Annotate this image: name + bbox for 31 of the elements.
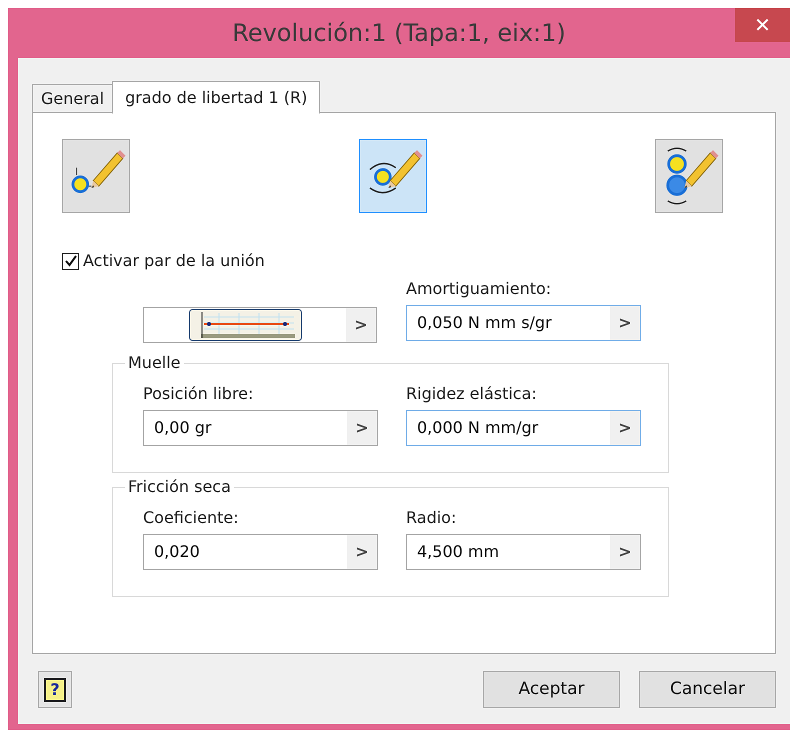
graph-field[interactable]: > <box>143 307 377 343</box>
field-label: Amortiguamiento: <box>406 278 552 300</box>
arrow-button[interactable]: > <box>610 306 640 340</box>
arrow-button[interactable]: > <box>347 411 377 445</box>
checkbox-label: Activar par de la unión <box>83 250 265 272</box>
field-label: Rigidez elástica: <box>406 383 538 405</box>
arrow-button[interactable]: > <box>610 535 640 569</box>
field-label: Radio: <box>406 507 458 529</box>
value-field[interactable]: 0,00 gr > <box>143 410 378 446</box>
help-button[interactable]: ? <box>38 671 72 708</box>
arrow-button[interactable]: > <box>346 308 376 342</box>
tool-button[interactable] <box>655 139 723 213</box>
checkbox[interactable] <box>62 252 79 270</box>
value-field[interactable]: 0,000 N mm/gr > <box>406 410 641 446</box>
value-field[interactable]: 0,050 N mm s/gr > <box>406 305 641 341</box>
arrow-button[interactable]: > <box>610 411 640 445</box>
help-icon: ? <box>44 678 66 702</box>
tab[interactable]: General <box>32 84 112 113</box>
tab[interactable]: grado de libertad 1 (R) <box>112 81 320 114</box>
dialog-button[interactable]: Cancelar <box>639 671 776 708</box>
dialog-button[interactable]: Aceptar <box>483 671 620 708</box>
field-label: Coeficiente: <box>143 507 240 529</box>
tool-button[interactable] <box>358 139 426 213</box>
tool-button[interactable] <box>62 139 130 213</box>
check-icon <box>64 254 78 268</box>
close-button[interactable]: ✕ <box>735 8 790 42</box>
field-label: Posición libre: <box>143 383 254 405</box>
window-title: Revolución:1 (Tapa:1, eix:1) <box>232 18 566 49</box>
arrow-button[interactable]: > <box>347 535 377 569</box>
value-field[interactable]: 4,500 mm > <box>406 534 641 570</box>
value-field[interactable]: 0,020 > <box>143 534 378 570</box>
